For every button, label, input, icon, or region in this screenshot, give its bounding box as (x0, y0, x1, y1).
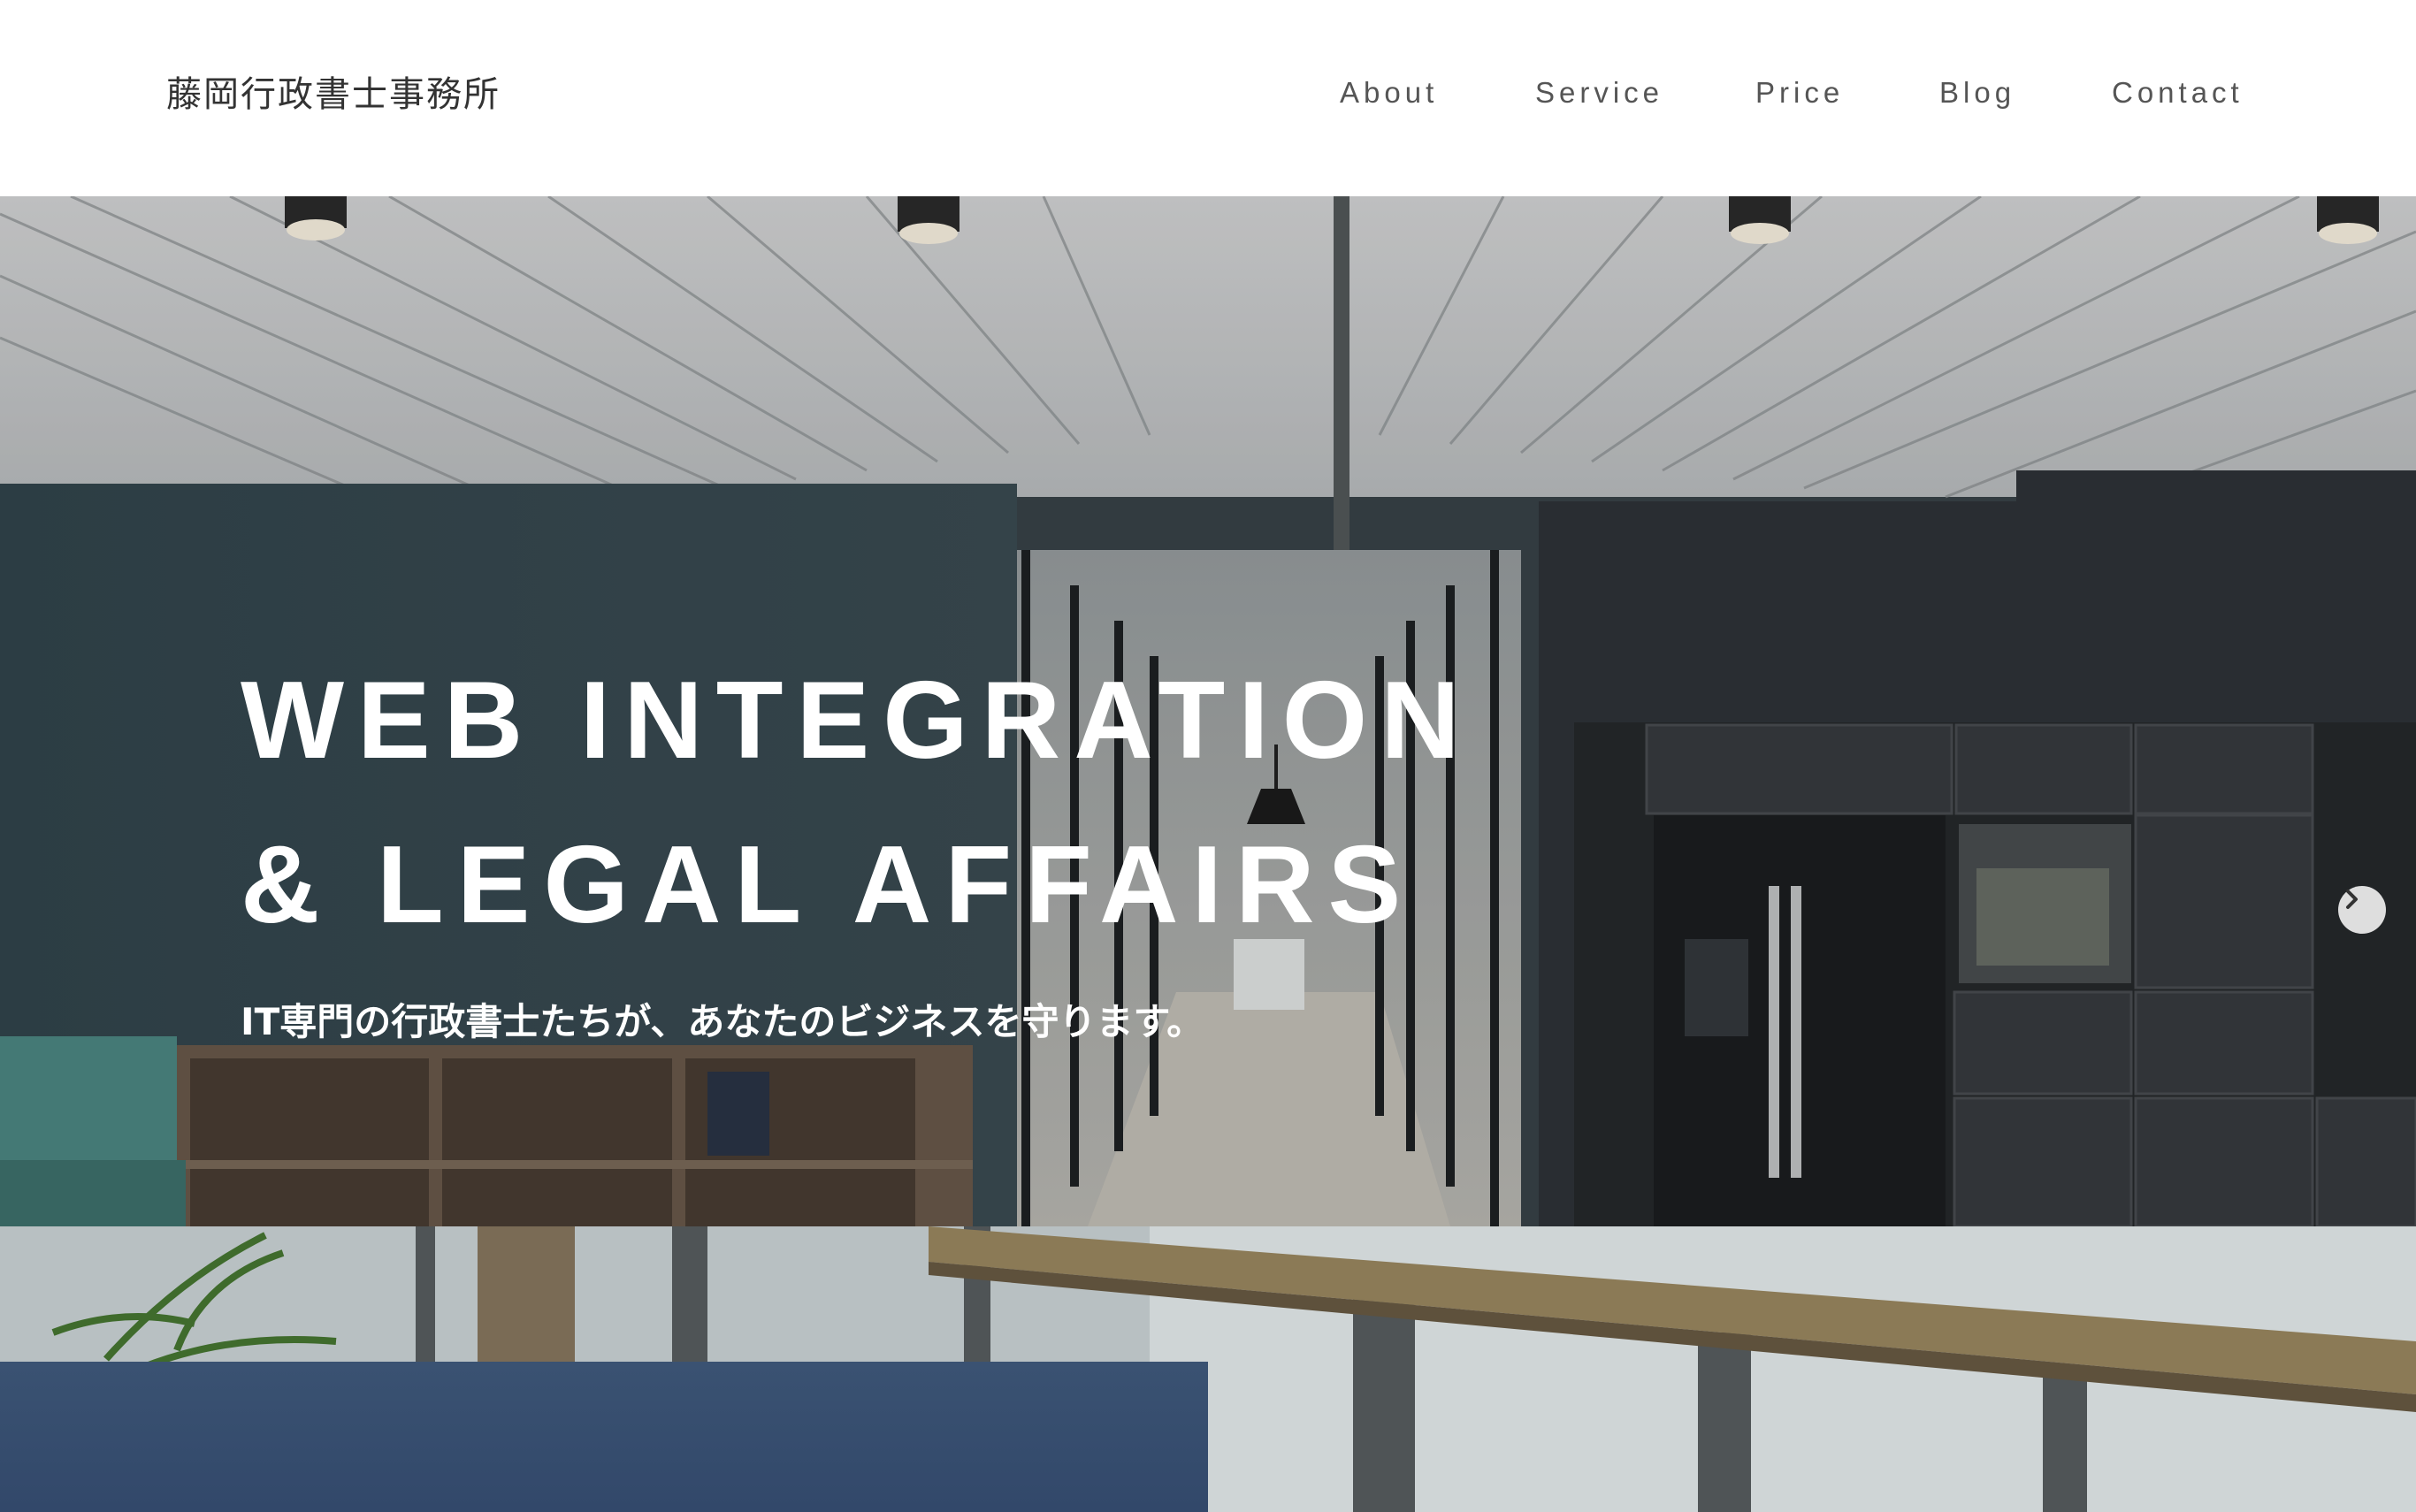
nav-service[interactable]: Service (1535, 76, 1663, 110)
hero-subtitle: IT専門の行政書士たちが、あなたのビジネスを守ります。 (241, 1000, 1204, 1043)
hero-title-line-2: & LEGAL AFFAIRS (241, 824, 1415, 946)
nav-blog[interactable]: Blog (1939, 76, 2015, 110)
site-header: 藤岡行政書士事務所 About Service Price Blog Conta… (0, 0, 2416, 196)
section-blue-panel (0, 1362, 1208, 1512)
hero-title-line-1: WEB INTEGRATION (241, 660, 1473, 782)
hero-slider: WEB INTEGRATION & LEGAL AFFAIRS IT専門の行政書… (0, 196, 2416, 1226)
hero-title: WEB INTEGRATION & LEGAL AFFAIRS (241, 638, 1473, 967)
slider-next-button[interactable] (2338, 886, 2386, 934)
nav-about[interactable]: About (1340, 76, 1438, 110)
main-nav: About Service Price Blog Contact (0, 76, 2416, 120)
nav-price[interactable]: Price (1755, 76, 1844, 110)
nav-contact[interactable]: Contact (2112, 76, 2244, 110)
chevron-right-icon (2346, 890, 2358, 909)
